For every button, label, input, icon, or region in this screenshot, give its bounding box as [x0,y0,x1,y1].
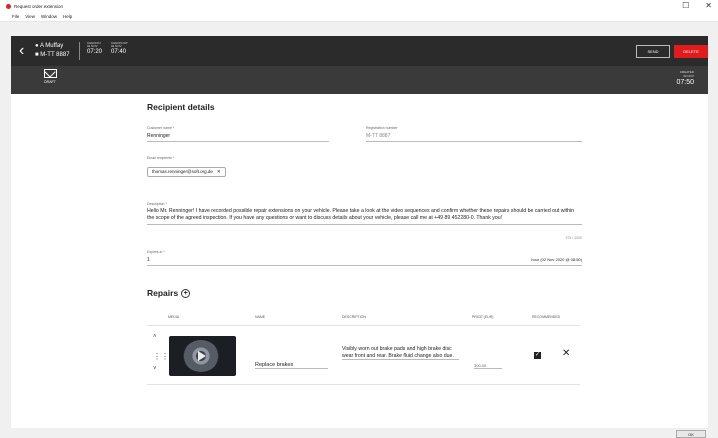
chevron-down-icon[interactable]: ˅ [153,366,157,372]
col-name: NAME [255,315,266,319]
col-price: PRICE (EUR) [472,315,494,319]
remove-repair-icon[interactable]: ✕ [562,348,570,359]
divider [79,42,80,60]
repairs-title-text: Repairs [147,288,179,298]
play-icon[interactable] [198,351,206,361]
drag-handle-icon[interactable]: ⋮⋮ [153,352,169,361]
send-button[interactable]: SEND [636,45,670,58]
plus-circle-icon[interactable]: + [181,289,191,298]
envelope-icon [43,69,57,78]
menu-bar: File View Window Help [0,12,718,22]
email-chip-text: thomas.renninger@soft.org.de [152,169,213,174]
repair-description-input[interactable]: Visibly worn out brake pads and high bra… [342,346,459,360]
footer-bar [0,428,718,438]
window-title: Request order extension [14,3,64,9]
vehicle-name: A Muffay [39,43,64,49]
order-header: ‹ ● A Muffay ■ M-TT 8887 CHECKIN 02 NOV … [11,36,708,66]
menu-file[interactable]: File [12,14,19,19]
expires-input[interactable]: 1 hour (02 Nov 2020 @ 08:50) [147,254,582,266]
vehicle-plate: M-TT 8887 [40,52,70,58]
repair-price-input[interactable]: 300.00 [474,363,502,369]
row-divider [147,384,580,385]
menu-window[interactable]: Window [41,14,57,19]
repairs-title: Repairs + [147,288,191,298]
email-label: Email recipients * [147,156,175,160]
chevron-left-icon[interactable]: ‹ [19,43,24,59]
remove-chip-icon[interactable]: ✕ [217,169,221,175]
registration-field[interactable]: Registration number M-TT 8887 [366,126,582,142]
created-info: CREATED 02 NOV 07:50 [676,70,694,88]
email-chip[interactable]: thomas.renninger@soft.org.de ✕ [147,166,226,177]
close-button[interactable]: ✕ [705,1,712,10]
recipient-title: Recipient details [147,102,215,112]
chevron-up-icon[interactable]: ˄ [153,334,157,340]
footer-button[interactable]: OK [676,430,706,438]
expires-field[interactable]: Expires in * 1 hour (02 Nov 2020 @ 08:50… [147,250,582,266]
description-counter: 375 / 1000 [565,236,582,240]
customer-name-input[interactable]: Renninger [147,130,329,142]
repair-name-input[interactable]: Replace brakes [255,362,328,369]
col-description: DESCRIPTION [342,315,366,319]
menu-help[interactable]: Help [63,14,72,19]
delete-button[interactable]: DELETE [674,45,708,58]
expires-note: hour (02 Nov 2020 @ 08:50) [531,257,582,262]
col-media: MEDIA [168,315,180,319]
window-titlebar: Request order extension ☐ ✕ [0,0,718,12]
col-recommended: RECOMMENDED [532,315,561,319]
vehicle-info: ● A Muffay ■ M-TT 8887 [35,43,70,58]
expires-value: 1 [147,257,150,263]
email-recipients-field[interactable]: Email recipients * thomas.renninger@soft… [147,156,329,178]
draft-status: DRAFT [40,69,60,84]
menu-view[interactable]: View [25,14,35,19]
video-thumbnail[interactable] [169,336,236,376]
registration-input[interactable]: M-TT 8887 [366,130,582,142]
app-icon [6,3,11,9]
checkout-time: 07:40 [111,49,127,55]
maximize-button[interactable]: ☐ [682,1,689,10]
header-divider [147,325,580,326]
draft-label: DRAFT [44,80,56,84]
description-input[interactable]: Hello Mr. Renninger! I have recorded pos… [147,206,582,225]
checkin-box: CHECKIN 02 NOV 07:20 [87,42,102,56]
checkout-box: CHECKOUT 02 NOV 07:40 [111,42,128,56]
customer-name-field[interactable]: Customer name * Renninger [147,126,329,142]
created-time: 07:50 [676,79,694,86]
recommended-checkbox[interactable]: ✓ [534,352,541,359]
checkin-time: 07:20 [87,49,103,55]
description-field[interactable]: Description * Hello Mr. Renninger! I hav… [147,202,582,240]
status-bar: DRAFT CREATED 02 NOV 07:50 [11,66,708,94]
